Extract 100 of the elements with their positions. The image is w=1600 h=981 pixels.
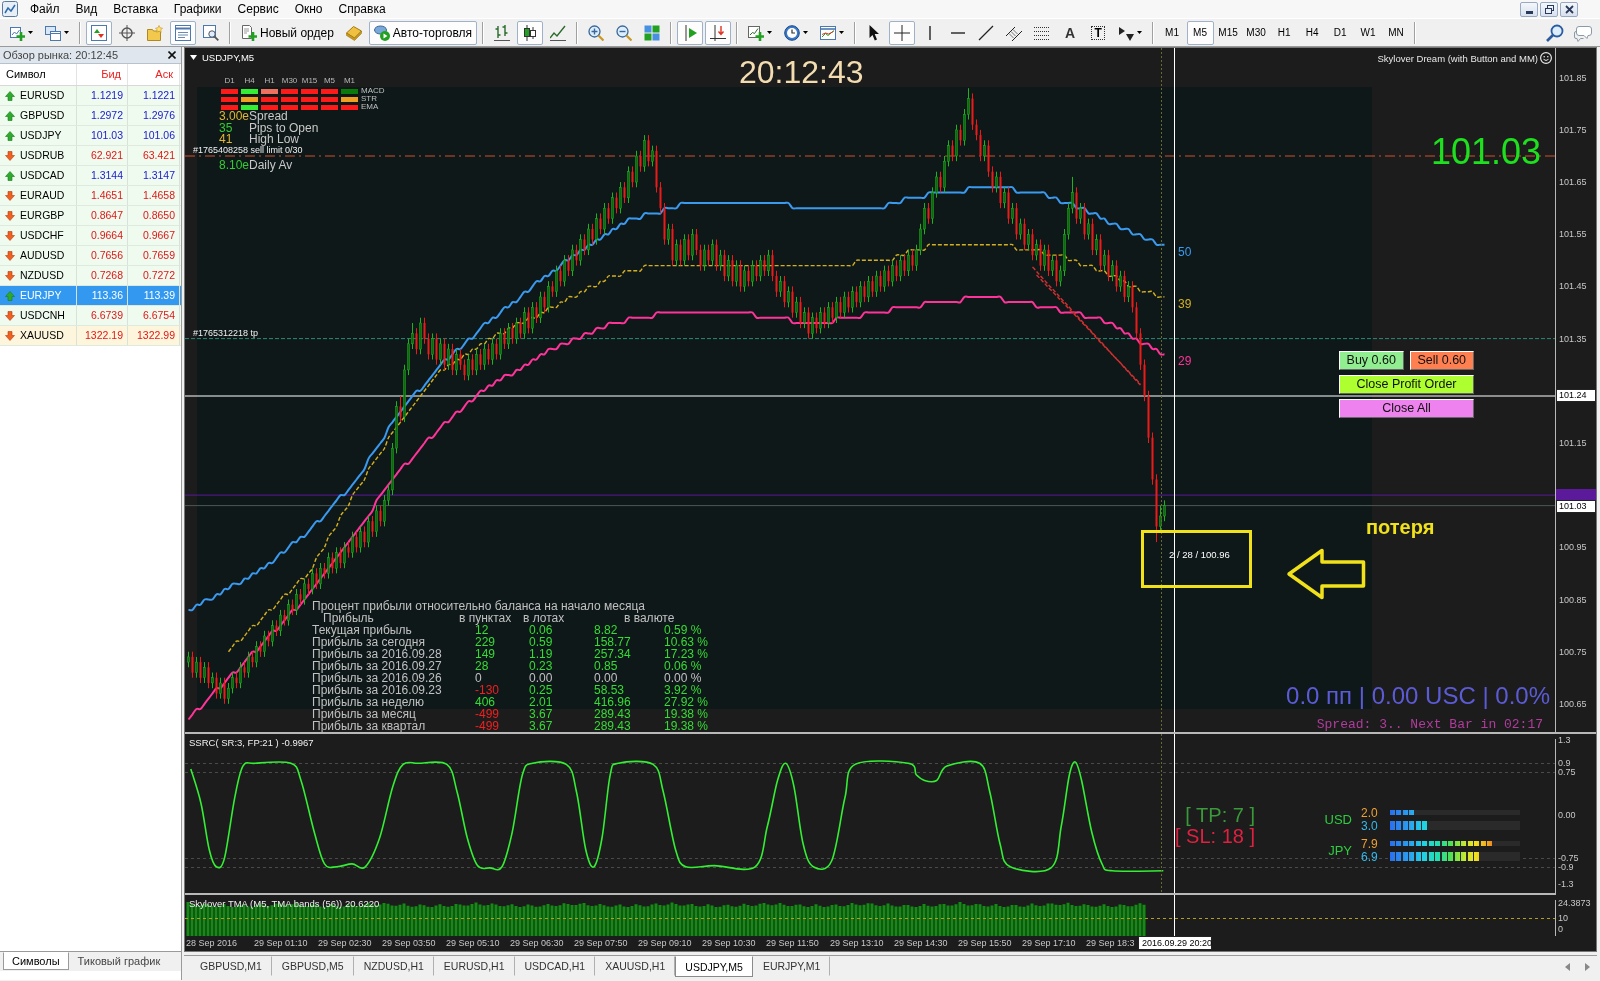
take-profit-label: [ TP: 7 ]	[1185, 805, 1255, 825]
time-tick-label: 29 Sep 05:10	[446, 938, 500, 948]
ask-cell: 0.7272	[128, 266, 180, 285]
table-cell: 10.63 %	[664, 636, 709, 648]
row-label: Прибыль за неделю	[312, 696, 424, 708]
table-title: Процент прибыли относительно баланса на начало месяца	[312, 600, 645, 612]
chart-title: USDJPY,M5	[202, 53, 255, 63]
column-header: Прибыль	[323, 612, 374, 624]
indicator-label: MACD	[361, 87, 385, 95]
bid-cell: 0.7656	[77, 246, 128, 265]
table-cell: 158.77	[594, 636, 631, 648]
bid-cell: 0.7268	[77, 266, 128, 285]
bid-cell: 1.4651	[77, 186, 128, 205]
table-cell: 19.38 %	[664, 720, 709, 732]
table-cell: 406	[475, 696, 496, 708]
table-cell: 257.34	[594, 648, 631, 660]
ask-cell: 1.3147	[128, 166, 180, 185]
bid-price: 101.03	[1431, 134, 1542, 170]
price-tick-label: 101.85	[1559, 72, 1587, 83]
table-cell: -499	[475, 720, 500, 732]
table-cell: 0.59	[529, 636, 553, 648]
price-tick-label: 101.65	[1559, 177, 1587, 188]
time-tick-label: 29 Sep 10:30	[702, 938, 756, 948]
ask-cell: 101.06	[128, 126, 180, 145]
ask-cell: 63.421	[128, 146, 180, 165]
axis-tick-label: 0.75	[1558, 767, 1576, 777]
timeframe-label: M15	[301, 77, 318, 85]
info-label: High Low	[249, 133, 300, 145]
currency-label: JPY	[1327, 843, 1353, 857]
time-tick-label: 29 Sep 18:3	[1086, 938, 1135, 948]
bid-cell: 1.2972	[77, 106, 128, 125]
time-tick-label: 29 Sep 17:10	[1022, 938, 1076, 948]
ask-cell: 6.6754	[128, 306, 180, 325]
info-value: 41	[219, 133, 234, 145]
table-cell: 0.23	[529, 660, 553, 672]
bid-cell: 1.1219	[77, 86, 128, 105]
info-label: Spread	[249, 110, 288, 122]
time-tick-label: 29 Sep 14:30	[894, 938, 948, 948]
table-cell: -499	[475, 708, 500, 720]
timeframe-label: M1	[342, 77, 357, 85]
line-label: 39	[1178, 297, 1192, 310]
line-label: 29	[1178, 355, 1192, 368]
table-cell: 0.59 %	[664, 624, 702, 636]
time-tick-label: 29 Sep 15:50	[958, 938, 1012, 948]
expert-name: Skylover Dream (with Button and MM)	[1377, 54, 1538, 64]
price-tick-label: 100.75	[1559, 646, 1587, 657]
price-tick-label: 100.65	[1559, 698, 1587, 709]
indicator-label: EMA	[361, 103, 380, 111]
table-cell: 1.19	[529, 648, 553, 660]
table-cell: 0.06	[529, 624, 553, 636]
table-cell: 27.92 %	[664, 696, 709, 708]
order-label: #1765312218 tp	[193, 328, 259, 338]
bid-cell: 0.9664	[77, 226, 128, 245]
info-label: Pips to Open	[249, 121, 319, 134]
table-cell: 3.67	[529, 708, 553, 720]
row-label: Прибыль за квартал	[312, 720, 426, 732]
symbol-name: EURJPY	[20, 288, 62, 303]
table-cell: 17.23 %	[664, 648, 709, 660]
table-cell: 0.85	[594, 660, 618, 672]
ask-cell: 0.9667	[128, 226, 180, 245]
table-cell: 8.82	[594, 624, 618, 636]
strength-value: 3.0	[1360, 819, 1379, 832]
table-cell: 28	[475, 660, 489, 672]
table-cell: 0.00 %	[664, 672, 702, 684]
table-cell: 149	[475, 648, 496, 660]
row-label: Прибыль за сегодня	[312, 636, 425, 648]
axis-tick-label: -0.75	[1558, 853, 1579, 863]
price-tick-label: 101.35	[1559, 333, 1587, 344]
line-label: 50	[1178, 245, 1192, 258]
row-label: Прибыль за 2016.09.26	[312, 672, 442, 684]
symbol-name: EURAUD	[20, 188, 65, 203]
profit-summary: 0.0 пп | 0.00 USC | 0.0%	[1286, 684, 1550, 708]
indicator-title: SSRC( SR:3, FP:21 ) -0.9967	[189, 738, 314, 748]
strength-value: 2.0	[1360, 806, 1379, 819]
price-tick-label: 100.85	[1559, 594, 1587, 605]
table-cell: 289.43	[594, 708, 631, 720]
table-cell: 3.92 %	[664, 684, 702, 696]
stop-loss-label: [ SL: 18 ]	[1174, 826, 1255, 846]
status-line: Spread: 3.. Next Bar in 02:17	[1316, 718, 1543, 731]
axis-tick-label: -1.3	[1558, 879, 1574, 889]
ask-cell: 1.2976	[128, 106, 180, 125]
table-cell: 0.25	[529, 684, 553, 696]
timeframe-label: D1	[223, 77, 236, 85]
table-cell: 0.00	[594, 672, 618, 684]
time-tick-label: 29 Sep 11:50	[766, 938, 819, 948]
currency-label: USD	[1323, 812, 1353, 826]
table-cell: -130	[475, 684, 500, 696]
axis-tick-label: 10	[1558, 913, 1568, 923]
timeframe-label: M30	[281, 77, 298, 85]
panel-title: Обзор рынка: 20:12:45	[3, 49, 119, 61]
column-header: в валюте	[624, 612, 675, 624]
bid-cell: 1.3144	[77, 166, 128, 185]
row-label: Прибыль за 2016.09.27	[312, 660, 442, 672]
table-cell: 2.01	[529, 696, 553, 708]
timeframe-label: H1	[263, 77, 276, 85]
axis-tick-label: 0.9	[1558, 758, 1571, 768]
price-tick-label: 101.15	[1559, 438, 1587, 448]
table-cell: 229	[475, 636, 496, 648]
indicator-label: STR	[361, 95, 378, 103]
annotation-caption: потеря	[1366, 517, 1435, 537]
